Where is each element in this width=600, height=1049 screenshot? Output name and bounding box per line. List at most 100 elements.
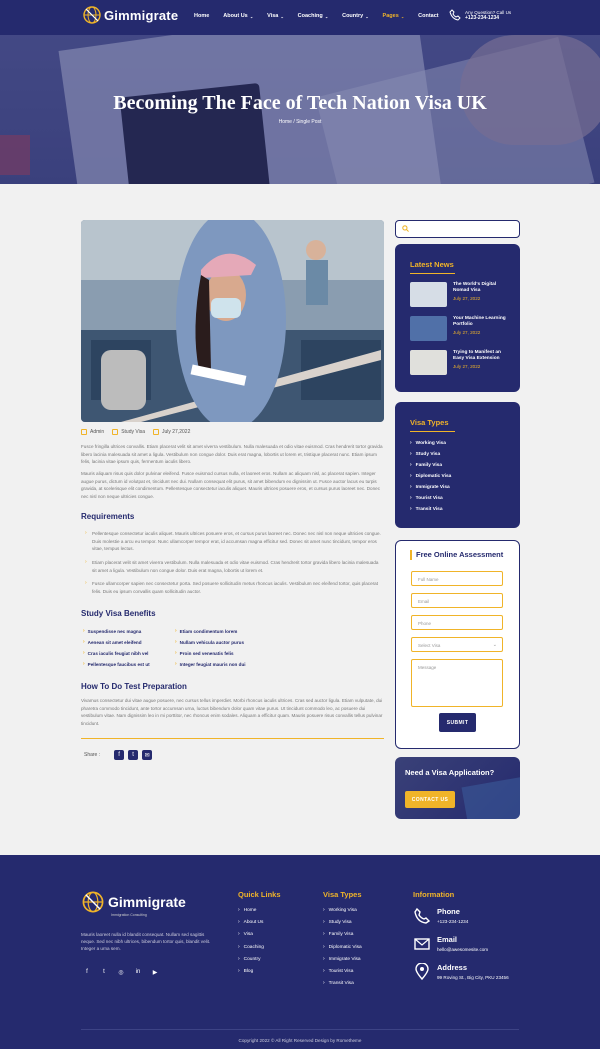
arrow-right-icon: › — [175, 661, 177, 667]
assessment-title: Free Online Assessment — [416, 550, 504, 559]
information-title: Information — [413, 890, 455, 899]
arrow-right-icon: › — [83, 661, 85, 667]
visa-type-link[interactable]: › Family Visa — [410, 462, 442, 468]
chevron-right-icon: › — [323, 907, 325, 913]
arrow-right-icon: › — [83, 650, 85, 656]
benefit-item: › Pellentesque faucibus est ut — [83, 661, 150, 667]
nav-item-home[interactable]: Home — [194, 13, 209, 19]
main-nav: Home About Us ⌄ Visa ⌄ Coaching ⌄ Country ⌄ … — [194, 13, 453, 19]
visa-type-link[interactable]: › Immigrate Visa — [410, 484, 450, 490]
facebook-share-icon[interactable]: f — [114, 750, 125, 760]
nav-item-coaching[interactable]: Coaching ⌄ — [298, 13, 328, 19]
arrow-right-icon: › — [85, 580, 87, 586]
globe-logo-icon — [83, 6, 101, 24]
footer-social: f t ◎ in ▶ — [83, 968, 159, 976]
nav-item-visa[interactable]: Visa ⌄ — [267, 13, 284, 19]
latest-news-card: Latest News The World's Digital Nomad Vi… — [395, 244, 520, 392]
arrow-right-icon: › — [175, 628, 177, 634]
footer-visa-link[interactable]: › Working Visa — [323, 907, 357, 913]
nav-item-about[interactable]: About Us ⌄ — [223, 13, 253, 19]
post-category[interactable]: Study Visa — [112, 429, 145, 435]
linkedin-icon[interactable]: in — [134, 968, 142, 976]
title-accent-bar — [410, 550, 412, 560]
full-name-field[interactable]: Full Name — [411, 571, 503, 586]
chevron-right-icon: › — [238, 944, 240, 950]
contact-us-button[interactable]: CONTACT US — [405, 791, 455, 808]
chevron-right-icon: › — [323, 968, 325, 974]
nav-item-contact[interactable]: Contact — [418, 13, 438, 19]
benefits-heading: Study Visa Benefits — [81, 609, 156, 618]
info-label: Email — [437, 935, 458, 944]
news-post-date: July 27, 2022 — [453, 364, 481, 369]
info-value: 99 Roving St., Big City, PKU 23456 — [437, 975, 509, 980]
requirement-item: › Pellentesque consectetur iaculis alique… — [85, 530, 381, 552]
benefit-item: › Proin sed venenatis felis — [175, 650, 234, 656]
facebook-icon[interactable]: f — [83, 968, 91, 976]
footer-visa-link[interactable]: › Diplomatic Visa — [323, 944, 362, 950]
search-input[interactable] — [395, 220, 520, 238]
footer-link[interactable]: › Country — [238, 956, 260, 962]
footer-visa-link[interactable]: › Immigrate Visa — [323, 956, 361, 962]
divider — [81, 738, 384, 739]
instagram-icon[interactable]: ◎ — [117, 968, 125, 976]
phone-field[interactable]: Phone — [411, 615, 503, 630]
visa-type-link[interactable]: › Working Visa — [410, 440, 446, 446]
news-post-title[interactable]: The World's Digital Nomad Visa — [453, 282, 508, 294]
youtube-icon[interactable]: ▶ — [151, 968, 159, 976]
email-field[interactable]: Email — [411, 593, 503, 608]
news-post[interactable]: Trying to Manifest an Easy Visa Extensio… — [410, 350, 508, 375]
email-share-icon[interactable]: ✉ — [142, 750, 153, 760]
copyright-text: Copyright 2022 © All Right Reserved Desi… — [238, 1038, 362, 1043]
news-post-date: July 27, 2022 — [453, 296, 481, 301]
visa-type-link[interactable]: › Tourist Visa — [410, 495, 443, 501]
news-post-title[interactable]: Trying to Manifest an Easy Visa Extensio… — [453, 350, 508, 362]
benefit-item: › Cras iaculis feugiat nibh vel — [83, 650, 149, 656]
news-thumbnail — [410, 350, 447, 375]
info-address: Address 99 Roving St., Big City, PKU 2345… — [413, 963, 509, 981]
chevron-right-icon: › — [238, 968, 240, 974]
select-visa-dropdown[interactable]: Select Visa ⌄ — [411, 637, 503, 652]
footer-link[interactable]: › Visa — [238, 931, 253, 937]
news-post[interactable]: The World's Digital Nomad Visa July 27, 2… — [410, 282, 508, 307]
footer-link[interactable]: › Home — [238, 907, 256, 913]
header-contact[interactable]: Any Question? Call Us +123-234-1234 — [449, 9, 511, 21]
info-value[interactable]: +123-234-1234 — [437, 919, 468, 924]
visa-type-link[interactable]: › Diplomatic Visa — [410, 473, 451, 479]
message-field[interactable]: Message — [411, 659, 503, 707]
news-post[interactable]: Your Machine Learning Portfolio July 27, … — [410, 316, 508, 341]
footer-visa-link[interactable]: › Tourist Visa — [323, 968, 353, 974]
visa-application-cta: Need a Visa Application? CONTACT US — [395, 757, 520, 819]
benefit-item: › Suspendisse nec magna — [83, 628, 142, 634]
footer-visa-link[interactable]: › Family Visa — [323, 931, 353, 937]
chevron-right-icon: › — [410, 451, 412, 457]
info-value[interactable]: hello@awesomesite.com — [437, 947, 488, 952]
twitter-icon[interactable]: t — [100, 968, 108, 976]
footer-link[interactable]: › Blog — [238, 968, 253, 974]
chevron-down-icon: ⌄ — [249, 13, 254, 19]
header-contact-phone: +123-234-1234 — [465, 14, 500, 21]
footer-brand-tagline: Immigration Consulting — [111, 913, 147, 917]
visa-type-link[interactable]: › Study Visa — [410, 451, 440, 457]
footer-link[interactable]: › Coaching — [238, 944, 264, 950]
news-post-title[interactable]: Your Machine Learning Portfolio — [453, 316, 508, 328]
twitter-share-icon[interactable]: t — [128, 750, 139, 760]
globe-logo-icon — [82, 891, 104, 913]
submit-button[interactable]: SUBMIT — [439, 713, 476, 732]
nav-item-pages[interactable]: Pages ⌄ — [383, 13, 405, 19]
post-author[interactable]: Admin — [81, 429, 104, 435]
benefit-item: › Aenean sit amet eleifend — [83, 639, 142, 645]
chevron-right-icon: › — [410, 484, 412, 490]
footer-visa-link[interactable]: › Study Visa — [323, 919, 352, 925]
site-logo[interactable]: Gimmigrate — [82, 5, 178, 25]
footer-link[interactable]: › About Us — [238, 919, 263, 925]
post-intro-paragraph: Mauris aliquam risus quis dolor pulvinar… — [81, 471, 381, 499]
info-label: Address — [437, 963, 468, 972]
chevron-right-icon: › — [410, 495, 412, 501]
footer-logo[interactable]: Gimmigrate Immigration Consulting — [81, 890, 186, 917]
cta-bg-passports — [461, 777, 520, 819]
visa-type-link[interactable]: › Transit Visa — [410, 506, 443, 512]
footer-visa-link[interactable]: › Transit Visa — [323, 980, 354, 986]
breadcrumb[interactable]: Home / Single Post — [0, 119, 600, 125]
share-bar: Share : f t ✉ — [84, 750, 153, 760]
nav-item-country[interactable]: Country ⌄ — [342, 13, 368, 19]
